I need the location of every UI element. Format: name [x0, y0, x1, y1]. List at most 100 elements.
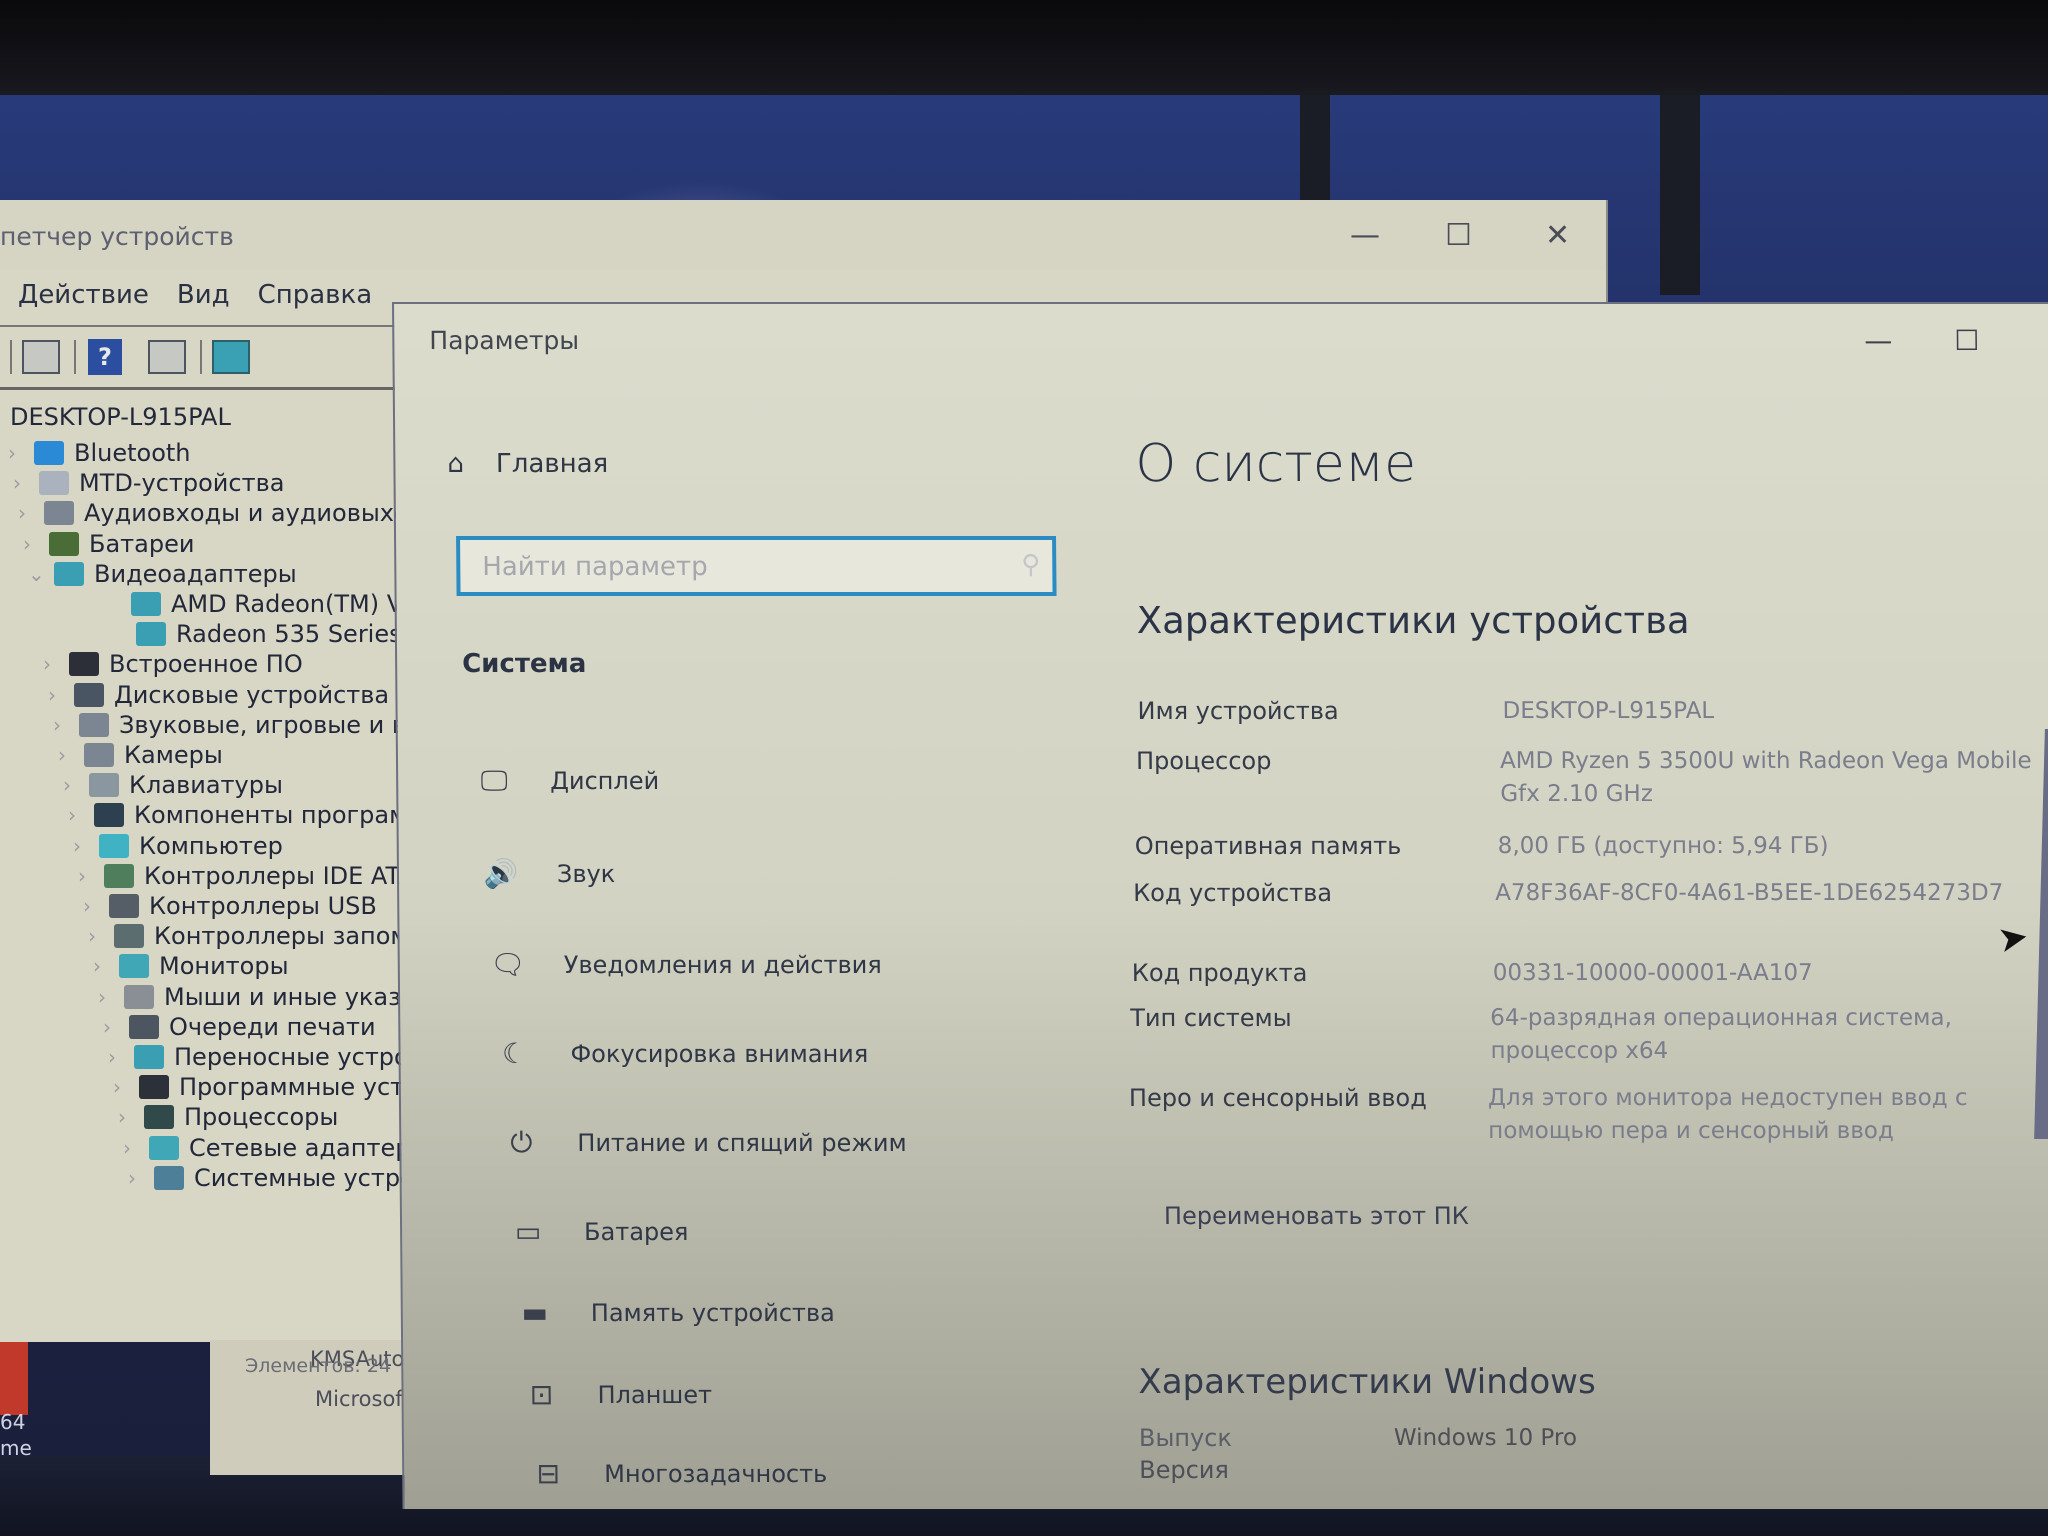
nav-item-label: Многозадачность [604, 1459, 828, 1488]
tree-item[interactable]: › Аудиовходы и аудиовыходы [18, 499, 444, 527]
chevron-down-icon[interactable]: ⌄ [28, 562, 45, 586]
settings-search[interactable]: ⚲ [456, 536, 1057, 596]
chevron-right-icon[interactable]: › [23, 532, 39, 556]
tree-item[interactable]: › Сетевые адаптеры [123, 1134, 429, 1162]
chevron-right-icon[interactable]: › [53, 713, 69, 737]
spec-value: 64-разрядная операционная система, проце… [1490, 1005, 1952, 1064]
tree-item[interactable]: › Процессоры [118, 1103, 338, 1131]
tree-item-label: MTD-устройства [79, 469, 285, 498]
search-input[interactable] [460, 540, 1005, 594]
update-driver-icon[interactable] [138, 340, 186, 374]
rename-pc-button[interactable]: Переименовать этот ПК [1164, 1202, 1469, 1230]
monitor-icon [119, 954, 149, 979]
tree-item[interactable]: Radeon 535 Series [110, 620, 402, 648]
nav-item[interactable]: ⏻ Питание и спящий режим [495, 1126, 907, 1160]
disk-icon [74, 682, 104, 707]
chevron-right-icon[interactable]: › [113, 1075, 129, 1099]
focus-assist-moon-icon: ☾ [501, 1037, 528, 1070]
home-icon: ⌂ [447, 449, 465, 479]
nav-item[interactable]: 🗨 Уведомления и действия [482, 948, 882, 981]
maximize-button[interactable]: ☐ [1445, 218, 1472, 253]
minimize-button[interactable]: — [1350, 218, 1380, 253]
desktop-icon-label: 64 [0, 1410, 26, 1434]
chevron-right-icon[interactable]: › [88, 924, 104, 948]
tree-item-label: Контроллеры USB [149, 892, 377, 920]
keyboard-icon [89, 773, 119, 798]
window-title: петчер устройств [0, 222, 234, 251]
nav-item[interactable]: ☾ Фокусировка внимания [488, 1037, 869, 1070]
tree-root[interactable]: DESKTOP-L915PAL [10, 403, 231, 431]
maximize-button[interactable]: ☐ [1954, 324, 1979, 357]
menu-action[interactable]: Действие [18, 280, 149, 310]
tree-item[interactable]: › Встроенное ПО [43, 650, 303, 678]
tree-item[interactable]: › Дисковые устройства [48, 681, 389, 709]
menu-view[interactable]: Вид [177, 280, 230, 310]
nav-item[interactable]: ▬ Память устройства [509, 1296, 835, 1329]
chevron-right-icon[interactable]: › [78, 864, 94, 888]
chevron-right-icon[interactable]: › [68, 803, 84, 827]
help-icon[interactable]: ? [74, 339, 124, 375]
tree-item-label: Очереди печати [169, 1012, 376, 1041]
chevron-right-icon[interactable]: › [93, 954, 109, 978]
spec-value: A78F36AF-8CF0-4A61-B5EE-1DE6254273D7 [1495, 880, 2004, 906]
tree-item[interactable]: › Очереди печати [103, 1013, 376, 1041]
close-button[interactable]: ✕ [1545, 218, 1570, 253]
display-icon: 🖵 [480, 764, 508, 797]
tree-item-label: Видеоадаптеры [94, 559, 297, 588]
desktop-icon-label: me [0, 1436, 32, 1460]
nav-home[interactable]: ⌂ Главная [447, 449, 608, 479]
nav-item[interactable]: 🖵 Дисплей [468, 764, 660, 798]
bluetooth-icon [34, 441, 64, 465]
nav-item-label: Дисплей [550, 767, 660, 795]
settings-window: Параметры — ☐ ⌂ Главная ⚲ Система 🖵 Диспл… [392, 302, 2048, 1509]
chevron-right-icon[interactable]: › [63, 773, 79, 797]
storage-icon: ▬ [521, 1296, 549, 1329]
tree-item[interactable]: › Мониторы [93, 952, 289, 980]
chevron-right-icon[interactable]: › [123, 1136, 139, 1160]
chevron-right-icon[interactable]: › [103, 1015, 119, 1039]
chevron-right-icon[interactable]: › [73, 834, 89, 858]
tree-item[interactable]: › Компьютер [73, 832, 283, 860]
power-icon: ⏻ [510, 1126, 533, 1159]
chevron-right-icon[interactable]: › [58, 743, 74, 767]
tree-item[interactable]: ⌄ Видеоадаптеры [28, 560, 297, 588]
tree-item-label: Аудиовходы и аудиовыходы [84, 499, 445, 528]
search-icon[interactable]: ⚲ [1021, 550, 1040, 580]
properties-icon[interactable] [10, 340, 60, 374]
tree-item[interactable]: › Камеры [58, 741, 223, 769]
chevron-right-icon[interactable]: › [43, 652, 59, 676]
display-adapter-icon [131, 592, 161, 616]
chevron-right-icon[interactable]: › [128, 1166, 144, 1190]
nav-item[interactable]: 🔊 Звук [475, 857, 616, 890]
chevron-right-icon[interactable]: › [118, 1105, 134, 1129]
nav-item[interactable]: ⊟ Многозадачность [522, 1457, 827, 1490]
software-device-icon [139, 1075, 169, 1100]
tree-item-label: Клавиатуры [129, 771, 283, 800]
chevron-right-icon[interactable]: › [48, 683, 64, 707]
tree-item[interactable]: › Клавиатуры [63, 771, 283, 799]
scan-hardware-icon[interactable] [200, 340, 250, 374]
minimize-button[interactable]: — [1864, 324, 1892, 357]
usb-icon [109, 894, 139, 918]
nav-item[interactable]: ▭ Батарея [502, 1215, 689, 1248]
chevron-right-icon[interactable]: › [18, 501, 34, 525]
speaker-icon [79, 712, 109, 737]
system-device-icon [154, 1165, 184, 1190]
chevron-right-icon[interactable]: › [83, 894, 99, 918]
tree-item[interactable]: › MTD-устройства [13, 469, 284, 497]
nav-item[interactable]: ⊡ Планшет [515, 1378, 713, 1411]
tree-item[interactable]: › Контроллеры USB [83, 892, 377, 920]
chevron-right-icon[interactable]: › [8, 441, 24, 465]
tree-item[interactable]: › Батареи [23, 530, 194, 558]
tree-item-label: Дисковые устройства [114, 680, 390, 709]
tree-item[interactable]: › Bluetooth [8, 439, 191, 467]
menu-help[interactable]: Справка [258, 280, 373, 310]
device-manager-titlebar[interactable]: петчер устройств — ☐ ✕ [0, 200, 1606, 270]
chevron-right-icon[interactable]: › [13, 471, 29, 495]
chevron-right-icon[interactable]: › [98, 985, 114, 1009]
page-title: О системе [1135, 434, 1417, 494]
display-adapter-icon [136, 622, 166, 647]
device-specs-heading: Характеристики устройства [1136, 599, 1690, 642]
network-adapter-icon [149, 1135, 179, 1160]
chevron-right-icon[interactable]: › [108, 1045, 124, 1069]
